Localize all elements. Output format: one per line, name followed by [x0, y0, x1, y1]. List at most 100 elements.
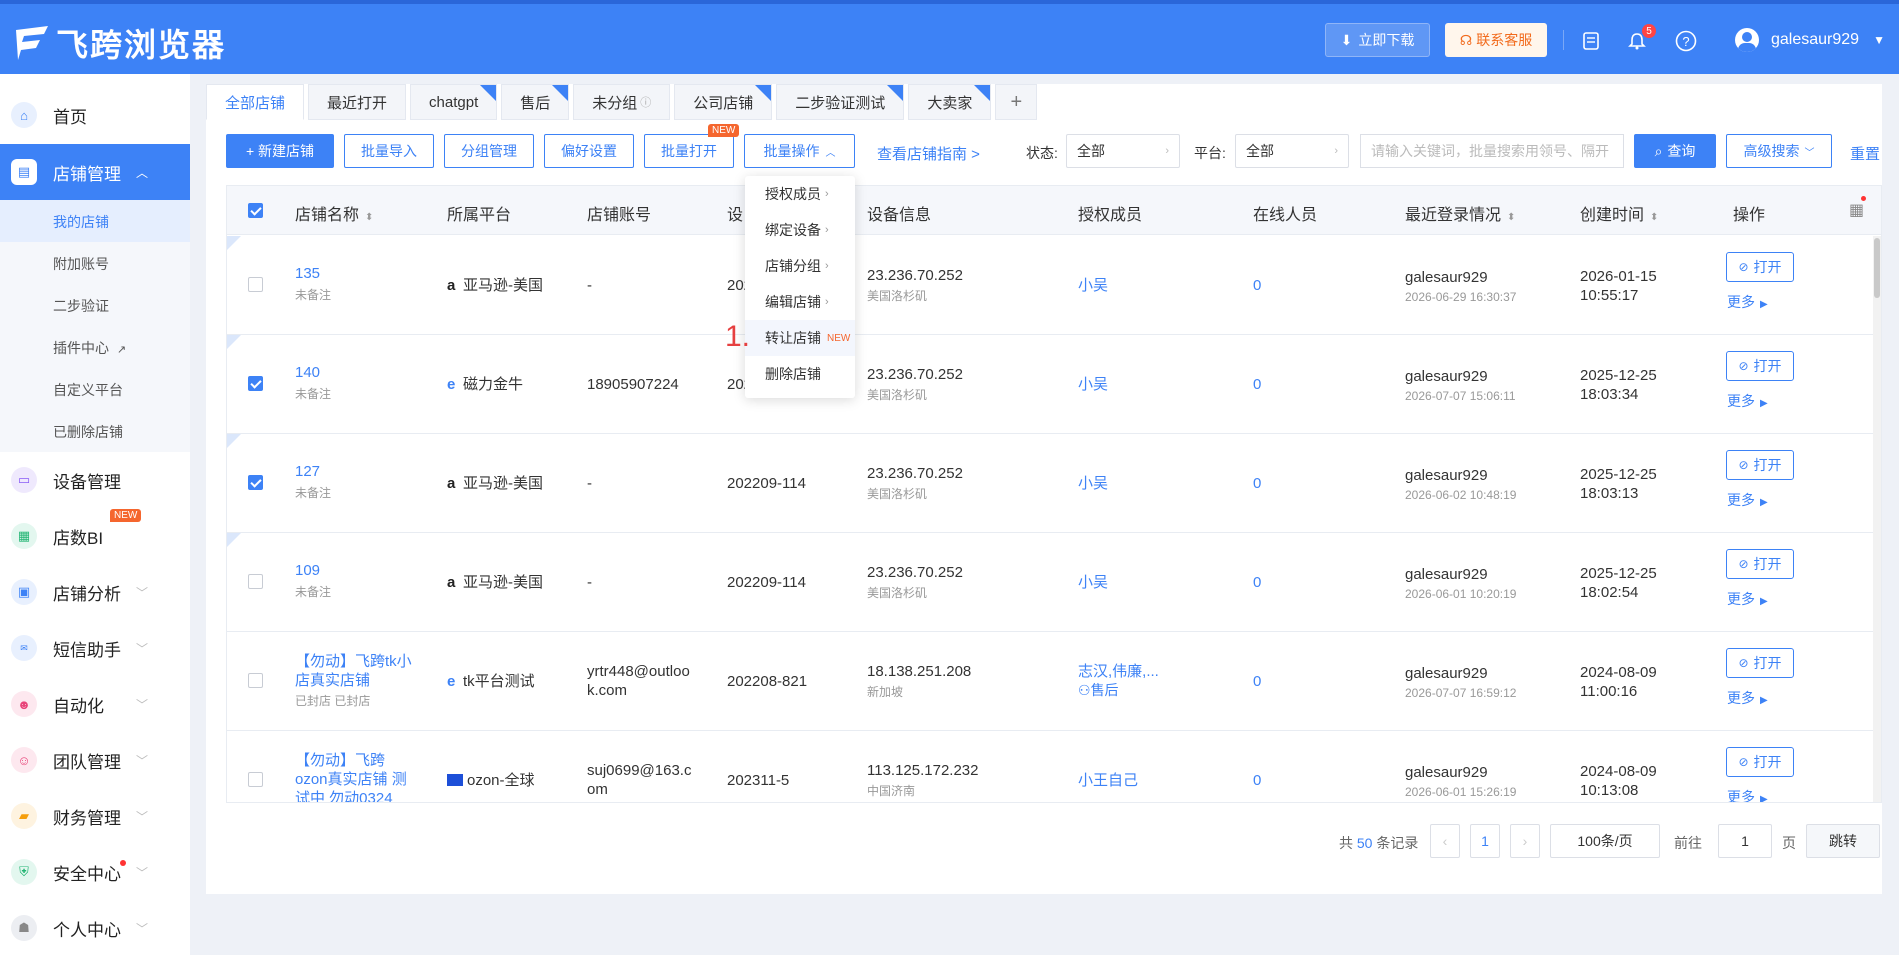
online-count[interactable]: 0 — [1253, 375, 1261, 394]
sub-item-plugins[interactable]: 插件中心 ↗ — [53, 338, 126, 358]
members-link[interactable]: 小王自己 — [1078, 771, 1138, 790]
online-count[interactable]: 0 — [1253, 573, 1261, 592]
members-link[interactable]: 小吴 — [1078, 276, 1108, 295]
download-button[interactable]: ⬇ 立即下载 — [1325, 23, 1430, 57]
menu-item-authorize-members[interactable]: 授权成员 › — [745, 176, 855, 212]
sub-item-deleted-stores[interactable]: 已删除店铺 — [53, 422, 123, 442]
sidebar-item-sms[interactable]: ✉ 短信助手 ﹀ — [0, 620, 190, 676]
row-checkbox[interactable] — [248, 574, 263, 589]
online-count[interactable]: 0 — [1253, 474, 1261, 493]
sidebar-item-bi[interactable]: ▦ 店数BI NEW — [0, 508, 190, 564]
row-checkbox[interactable] — [248, 673, 263, 688]
sub-item-extra-accounts[interactable]: 附加账号 — [53, 254, 109, 274]
open-store-button[interactable]: ⊘ 打开 — [1726, 252, 1794, 282]
menu-item-store-group[interactable]: 店铺分组 › — [745, 248, 855, 284]
column-settings-icon[interactable]: ▦ — [1849, 200, 1864, 220]
sidebar-item-home[interactable]: ⌂ 首页 — [0, 87, 190, 143]
tab-all-stores[interactable]: 全部店铺 — [206, 84, 305, 120]
batch-import-button[interactable]: 批量导入 — [344, 134, 434, 168]
more-menu[interactable]: 更多 ▶ — [1727, 688, 1768, 708]
store-name-link[interactable]: 109 — [295, 561, 415, 580]
store-guide-link[interactable]: 查看店铺指南 > — [877, 143, 980, 164]
batch-operations-button[interactable]: 批量操作 ︿ — [744, 134, 855, 168]
select-all-checkbox[interactable] — [248, 203, 263, 218]
row-checkbox[interactable] — [248, 376, 263, 391]
col-last-login[interactable]: 最近登录情况 ⬍ — [1405, 201, 1515, 225]
tab-ungrouped[interactable]: 未分组 ⓘ — [573, 84, 671, 120]
store-name-link[interactable]: 127 — [295, 462, 415, 481]
sub-item-custom-platform[interactable]: 自定义平台 — [53, 380, 123, 400]
tab-chatgpt[interactable]: chatgpt — [410, 84, 498, 120]
more-menu[interactable]: 更多 ▶ — [1727, 787, 1768, 802]
next-page-button[interactable]: › — [1510, 824, 1540, 858]
sidebar-item-team[interactable]: ☺ 团队管理 ﹀ — [0, 732, 190, 788]
user-menu[interactable]: galesaur929 ▼ — [1735, 28, 1885, 52]
add-tab-button[interactable]: + — [995, 84, 1038, 120]
batch-open-button[interactable]: 批量打开 — [644, 134, 734, 168]
status-select[interactable]: 全部 › — [1066, 134, 1180, 168]
sub-item-my-stores[interactable]: 我的店铺 — [53, 212, 109, 232]
tab-two-step-test[interactable]: 二步验证测试 — [776, 84, 905, 120]
row-checkbox[interactable] — [248, 772, 263, 787]
more-menu[interactable]: 更多 ▶ — [1727, 292, 1768, 312]
new-store-button[interactable]: + 新建店铺 — [226, 134, 334, 168]
members-link[interactable]: 小吴 — [1078, 375, 1108, 394]
members-group[interactable]: ⚇售后 — [1078, 681, 1119, 700]
preferences-button[interactable]: 偏好设置 — [544, 134, 634, 168]
more-menu[interactable]: 更多 ▶ — [1727, 589, 1768, 609]
sidebar-item-finance[interactable]: ▰ 财务管理 ﹀ — [0, 788, 190, 844]
prev-page-button[interactable]: ‹ — [1430, 824, 1460, 858]
goto-page-input[interactable]: 1 — [1718, 824, 1772, 858]
tab-after-sales[interactable]: 售后 — [501, 84, 570, 120]
store-name-link[interactable]: 【勿动】飞跨tk小店真实店铺 — [295, 652, 415, 690]
col-created[interactable]: 创建时间 ⬍ — [1580, 201, 1658, 225]
sidebar-item-automation[interactable]: ☻ 自动化 ﹀ — [0, 676, 190, 732]
menu-item-delete-store[interactable]: 删除店铺 — [745, 356, 855, 392]
jump-button[interactable]: 跳转 — [1806, 824, 1880, 858]
advanced-search-button[interactable]: 高级搜索 ﹀ — [1726, 134, 1832, 168]
row-checkbox[interactable] — [248, 475, 263, 490]
sidebar-item-personal[interactable]: ☗ 个人中心 ﹀ — [0, 900, 190, 955]
online-count[interactable]: 0 — [1253, 771, 1261, 790]
more-menu[interactable]: 更多 ▶ — [1727, 391, 1768, 411]
search-input[interactable]: 请输入关键词，批量搜索用领号、隔开 — [1360, 134, 1624, 168]
online-count[interactable]: 0 — [1253, 276, 1261, 295]
members-link[interactable]: 小吴 — [1078, 573, 1108, 592]
open-store-button[interactable]: ⊘ 打开 — [1726, 648, 1794, 678]
open-store-button[interactable]: ⊘ 打开 — [1726, 747, 1794, 777]
open-store-button[interactable]: ⊘ 打开 — [1726, 450, 1794, 480]
document-icon[interactable] — [1580, 30, 1602, 52]
members-link[interactable]: 志汉,伟廉,... — [1078, 662, 1159, 681]
store-name-link[interactable]: 135 — [295, 264, 415, 283]
open-store-button[interactable]: ⊘ 打开 — [1726, 351, 1794, 381]
contact-service-button[interactable]: ☊ 联系客服 — [1445, 23, 1547, 57]
menu-item-transfer-store[interactable]: 转让店铺 NEW — [745, 320, 855, 356]
sub-item-two-step[interactable]: 二步验证 — [53, 296, 109, 316]
online-count[interactable]: 0 — [1253, 672, 1261, 691]
tab-company-stores[interactable]: 公司店铺 — [674, 84, 773, 120]
members-link[interactable]: 小吴 — [1078, 474, 1108, 493]
platform-select[interactable]: 全部 › — [1235, 134, 1349, 168]
table-scrollbar[interactable] — [1873, 236, 1881, 802]
col-store-name[interactable]: 店铺名称 ⬍ — [295, 201, 373, 225]
tab-big-seller[interactable]: 大卖家 — [908, 84, 992, 120]
page-number[interactable]: 1 — [1470, 824, 1500, 858]
menu-item-edit-store[interactable]: 编辑店铺 › — [745, 284, 855, 320]
page-size-select[interactable]: 100条/页 — [1550, 824, 1660, 858]
tab-recent[interactable]: 最近打开 — [308, 84, 407, 120]
store-name-link[interactable]: 【勿动】飞跨ozon真实店铺 测试中 勿动0324 — [295, 751, 415, 802]
reset-link[interactable]: 重置 — [1850, 143, 1880, 164]
sidebar-item-store-analysis[interactable]: ▣ 店铺分析 ﹀ — [0, 564, 190, 620]
open-store-button[interactable]: ⊘ 打开 — [1726, 549, 1794, 579]
menu-item-bind-device[interactable]: 绑定设备 › — [745, 212, 855, 248]
help-icon[interactable]: ? — [1675, 30, 1697, 52]
sidebar-item-store-management[interactable]: ▤ 店铺管理 ︿ — [0, 144, 190, 200]
sidebar-item-security[interactable]: ⛨ 安全中心 ﹀ — [0, 844, 190, 900]
store-name-link[interactable]: 140 — [295, 363, 415, 382]
scroll-thumb[interactable] — [1874, 238, 1880, 298]
group-manage-button[interactable]: 分组管理 — [444, 134, 534, 168]
more-menu[interactable]: 更多 ▶ — [1727, 490, 1768, 510]
row-checkbox[interactable] — [248, 277, 263, 292]
query-button[interactable]: ⌕ 查询 — [1634, 134, 1716, 168]
sidebar-item-device-management[interactable]: ▭ 设备管理 — [0, 452, 190, 508]
